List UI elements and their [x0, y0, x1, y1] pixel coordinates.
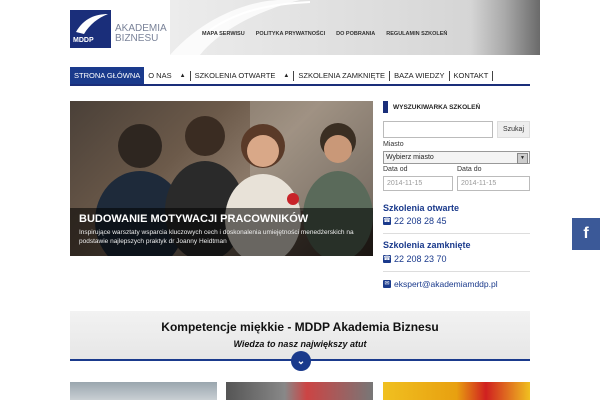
top-link-sitemap[interactable]: MAPA SERWISU	[202, 31, 245, 37]
phone-number: 22 208 23 70	[394, 254, 447, 264]
banner-title: Kompetencje miękkie - MDDP Akademia Bizn…	[161, 320, 439, 334]
nav-item-label: SZKOLENIA ZAMKNIĘTE	[298, 71, 386, 80]
nav-item-knowledge-base[interactable]: BAZA WIEDZY	[390, 67, 448, 84]
open-trainings-phone[interactable]: ☎︎ 22 208 28 45	[383, 216, 447, 226]
mddp-logo[interactable]: MDDP	[70, 10, 111, 48]
brand-line-2: BIZNESU	[115, 33, 159, 44]
thumbnail-2[interactable]	[226, 382, 373, 400]
header-photo	[470, 0, 540, 55]
closed-trainings-title[interactable]: Szkolenia zamknięte	[383, 240, 471, 250]
date-to-field[interactable]: 2014-11-15	[457, 176, 530, 191]
closed-trainings-phone[interactable]: ☎︎ 22 208 23 70	[383, 254, 447, 264]
date-to-label: Data do	[457, 166, 482, 173]
main-nav: STRONA GŁÓWNA O NAS ▲︎ SZKOLENIA OTWARTE…	[70, 67, 530, 86]
nav-item-open-trainings[interactable]: SZKOLENIA OTWARTE ▲︎	[191, 67, 294, 84]
thumbnail-3[interactable]	[383, 382, 530, 400]
email-link[interactable]: ✉︎ ekspert@akademiamddp.pl	[383, 279, 498, 289]
facebook-icon[interactable]: f	[572, 218, 600, 250]
divider	[383, 233, 530, 234]
nav-separator	[492, 70, 494, 81]
top-link-downloads[interactable]: DO POBRANIA	[336, 31, 375, 37]
brand-name: AKADEMIA BIZNESU	[115, 24, 167, 44]
date-from-label: Data od	[383, 166, 408, 173]
thumbnail-1[interactable]	[70, 382, 217, 400]
phone-icon: ☎︎	[383, 217, 391, 225]
search-button[interactable]: Szukaj	[497, 121, 530, 138]
date-from-field[interactable]: 2014-11-15	[383, 176, 453, 191]
nav-item-label: STRONA GŁÓWNA	[74, 71, 141, 80]
search-heading-label: WYSZUKIWARKA SZKOLEŃ	[393, 103, 481, 111]
dropdown-caret-icon: ▲︎	[283, 72, 290, 79]
chevron-down-icon[interactable]: ⌄	[291, 351, 311, 371]
banner-subtitle: Wiedza to nasz największy atut	[233, 339, 367, 349]
nav-item-label: SZKOLENIA OTWARTE	[194, 71, 276, 80]
phone-icon: ☎︎	[383, 255, 391, 263]
heading-accent-bar	[383, 101, 388, 113]
city-select[interactable]: Wybierz miasto ▼︎	[383, 151, 530, 164]
logo-text: MDDP	[73, 37, 94, 44]
search-input[interactable]	[383, 121, 493, 138]
top-links: MAPA SERWISU POLITYKA PRYWATNOŚCI DO POB…	[202, 31, 447, 37]
envelope-icon: ✉︎	[383, 280, 391, 288]
phone-number: 22 208 28 45	[394, 216, 447, 226]
nav-item-label: KONTAKT	[453, 71, 489, 80]
nav-item-about[interactable]: O NAS ▲︎	[144, 67, 189, 84]
divider	[383, 271, 530, 272]
dropdown-caret-icon: ▲︎	[179, 72, 186, 79]
nav-item-closed-trainings[interactable]: SZKOLENIA ZAMKNIĘTE	[294, 67, 389, 84]
open-trainings-title[interactable]: Szkolenia otwarte	[383, 203, 459, 213]
top-link-privacy-policy[interactable]: POLITYKA PRYWATNOŚCI	[256, 31, 325, 37]
nav-item-label: O NAS	[148, 71, 172, 80]
nav-item-contact[interactable]: KONTAKT	[450, 67, 493, 84]
city-select-value: Wybierz miasto	[386, 154, 434, 161]
nav-item-home[interactable]: STRONA GŁÓWNA	[70, 67, 145, 84]
hero-title[interactable]: BUDOWANIE MOTYWACJI PRACOWNIKÓW	[79, 213, 308, 225]
hero-description: Inspirujące warsztaty wsparcia kluczowyc…	[79, 229, 354, 245]
search-heading: WYSZUKIWARKA SZKOLEŃ	[383, 101, 480, 113]
email-address: ekspert@akademiamddp.pl	[394, 279, 498, 289]
nav-item-label: BAZA WIEDZY	[394, 71, 445, 80]
top-link-training-terms[interactable]: REGULAMIN SZKOLEŃ	[386, 31, 447, 37]
city-label: Miasto	[383, 141, 404, 148]
select-arrow-icon: ▼︎	[517, 153, 528, 164]
